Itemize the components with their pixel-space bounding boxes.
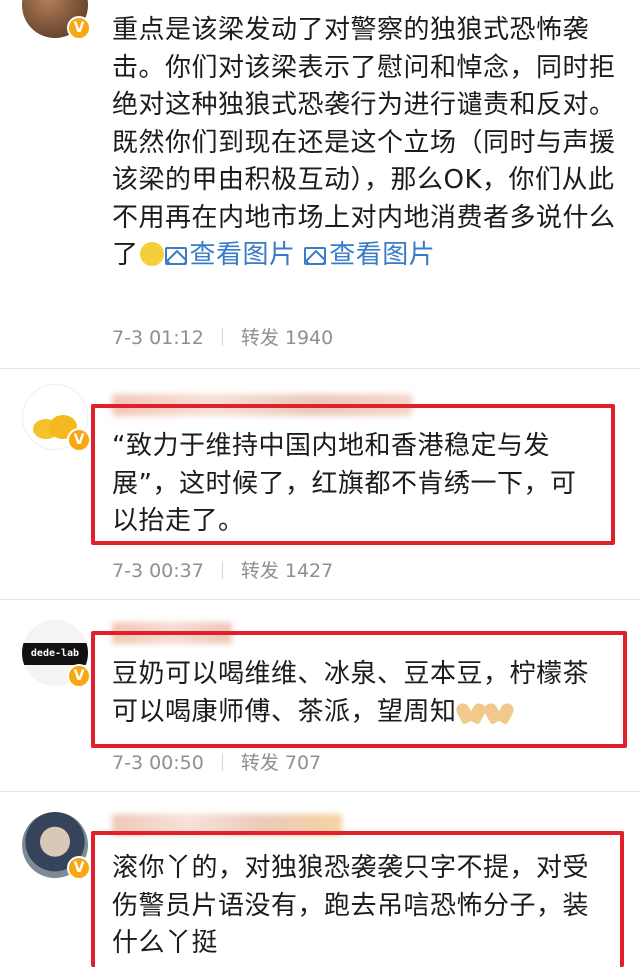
thinking-emoji (139, 242, 164, 266)
comment-text: “致力于维持中国内地和香港稳定与发展”，这时候了，红旗都不肯绣一下，可以抬走了。 (112, 431, 577, 536)
comment-meta: 7-3 00:50 转发 707 (112, 748, 339, 775)
avatar-label: dede-lab (22, 643, 88, 665)
comment-body: 豆奶可以喝维维、冰泉、豆本豆，柠檬茶可以喝康师傅、茶派，望周知 (112, 659, 590, 727)
comment-text: 滚你丫的，对独狼恐袭袭只字不提，对受伤警员片语没有，跑去吊唁恐怖分子，装什么丫挺 (112, 853, 590, 958)
folded-hands-emoji (485, 701, 513, 723)
username-blurred[interactable] (112, 394, 412, 416)
verified-badge: V (67, 856, 91, 880)
timestamp: 7-3 01:12 (112, 327, 204, 349)
image-icon (164, 247, 187, 265)
verified-badge: V (67, 16, 91, 40)
view-image-link-1[interactable]: 查看图片 (164, 240, 296, 270)
comment-meta: 7-3 00:37 转发 1427 (112, 556, 351, 583)
divider (0, 368, 640, 369)
avatar-1[interactable]: V (22, 0, 91, 40)
comment-3: dede-lab V 豆奶可以喝维维、冰泉、豆本豆，柠檬茶可以喝康师傅、茶派，望… (0, 600, 640, 792)
verified-badge: V (67, 428, 91, 452)
comment-body: 重点是该梁发动了对警察的独狼式恐怖袭击。你们对该梁表示了慰问和悼念，同时拒绝对这… (112, 15, 616, 270)
comment-text: 重点是该梁发动了对警察的独狼式恐怖袭击。你们对该梁表示了慰问和悼念，同时拒绝对这… (112, 12, 622, 275)
verified-badge: V (67, 664, 91, 688)
timestamp: 7-3 00:50 (112, 752, 204, 774)
timestamp: 7-3 00:37 (112, 560, 204, 582)
repost-count[interactable]: 转发 1427 (241, 560, 333, 582)
view-image-link-2[interactable]: 查看图片 (304, 240, 435, 270)
username-blurred[interactable] (112, 814, 342, 836)
username-blurred[interactable] (112, 622, 232, 644)
comment-4: V 滚你丫的，对独狼恐袭袭只字不提，对受伤警员片语没有，跑去吊唁恐怖分子，装什么… (0, 792, 640, 967)
folded-hands-emoji (457, 701, 485, 723)
repost-count[interactable]: 转发 707 (241, 752, 321, 774)
avatar-2[interactable]: V (22, 384, 91, 452)
comment-1: V 重点是该梁发动了对警察的独狼式恐怖袭击。你们对该梁表示了慰问和悼念，同时拒绝… (0, 0, 640, 370)
repost-count[interactable]: 转发 1940 (241, 327, 333, 349)
comment-2: V “致力于维持中国内地和香港稳定与发展”，这时候了，红旗都不肯绣一下，可以抬走… (0, 370, 640, 600)
comment-meta: 7-3 01:12 转发 1940 (112, 323, 351, 350)
avatar-3[interactable]: dede-lab V (22, 620, 91, 688)
avatar-4[interactable]: V (22, 812, 91, 880)
comment-text: 豆奶可以喝维维、冰泉、豆本豆，柠檬茶可以喝康师傅、茶派，望周知 (112, 656, 612, 731)
image-icon (304, 247, 327, 265)
